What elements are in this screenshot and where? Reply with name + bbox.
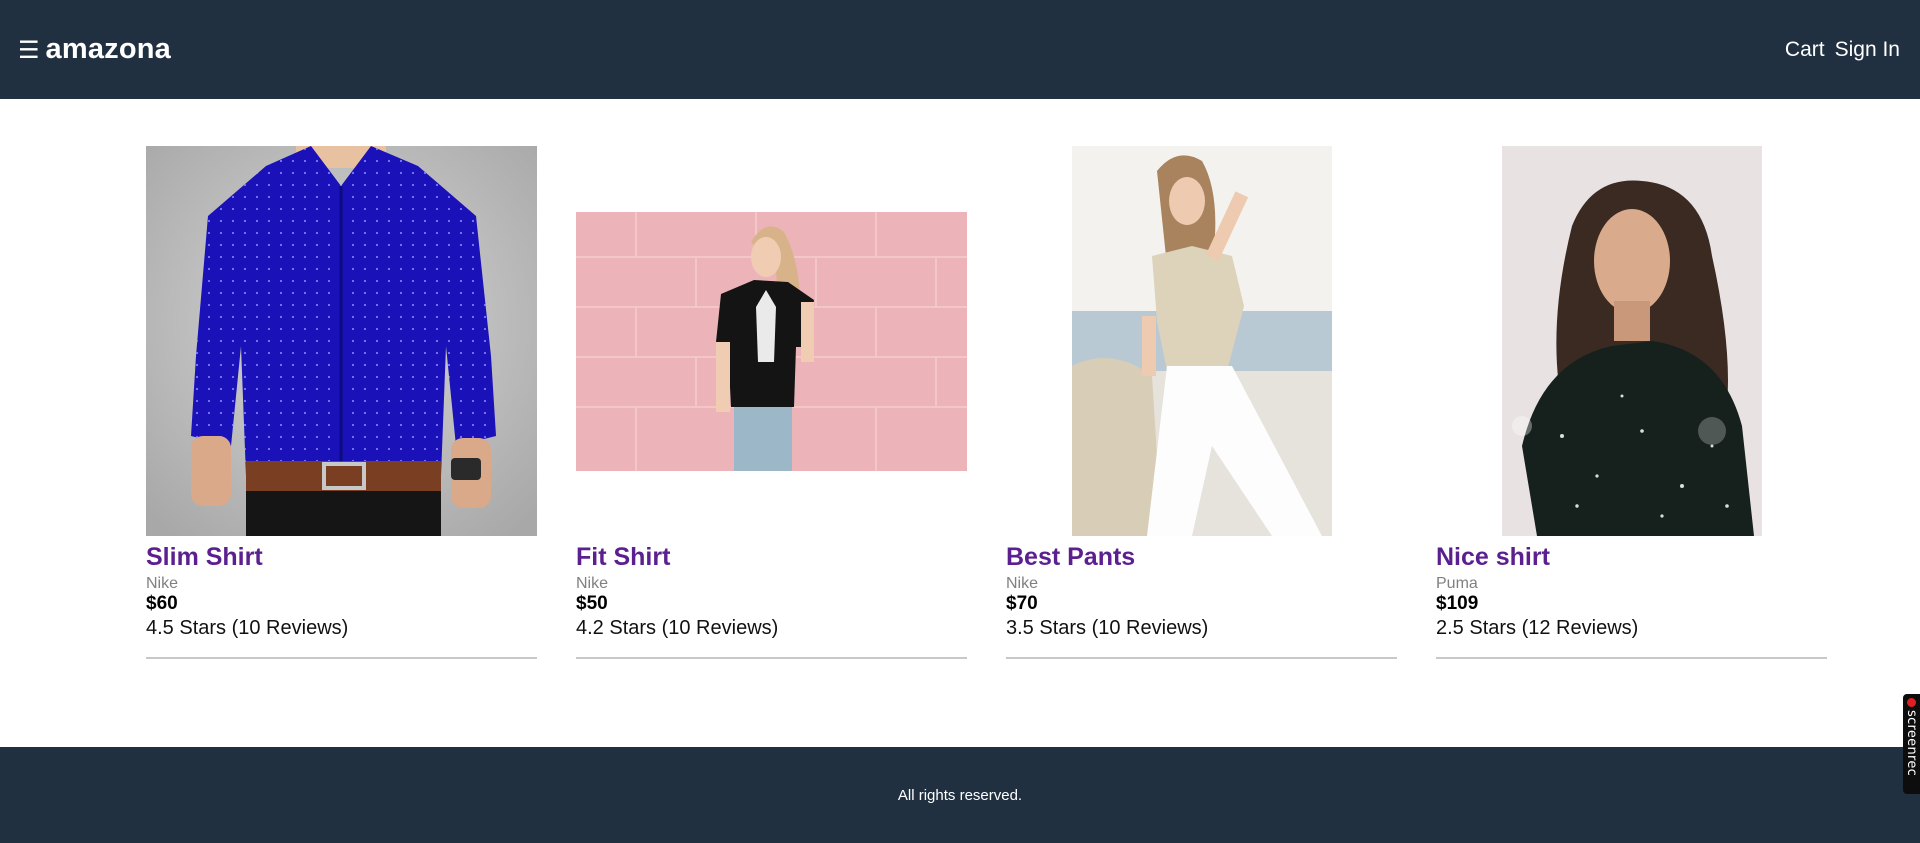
product-rating: 4.2 Stars (10 Reviews) [576, 616, 779, 639]
product-card: Nice shirt Puma $109 2.5 Stars (12 Revie… [1436, 146, 1827, 659]
product-image-link[interactable] [1436, 146, 1827, 536]
card-divider [1006, 656, 1397, 659]
product-rating: 4.5 Stars (10 Reviews) [146, 616, 349, 639]
brand: ☰ amazona [18, 33, 171, 66]
product-image-link[interactable] [576, 146, 967, 536]
site-footer: All rights reserved. [0, 747, 1920, 843]
product-brand: Puma [1436, 574, 1478, 592]
footer-text: All rights reserved. [897, 786, 1023, 804]
dark-sweater-image [1501, 146, 1762, 536]
blue-shirt-image [146, 146, 537, 536]
header-links: Cart Sign In [1785, 38, 1900, 62]
card-divider [576, 656, 967, 659]
product-price: $50 [576, 592, 608, 614]
product-price: $70 [1006, 592, 1038, 614]
product-card: Fit Shirt Nike $50 4.2 Stars (10 Reviews… [576, 146, 967, 659]
product-list: Slim Shirt Nike $60 4.5 Stars (10 Review… [0, 99, 1920, 747]
cart-link[interactable]: Cart [1785, 38, 1825, 62]
product-card: Best Pants Nike $70 3.5 Stars (10 Review… [1006, 146, 1397, 659]
card-divider [1436, 656, 1827, 659]
hamburger-menu-icon[interactable]: ☰ [18, 38, 40, 62]
screenrec-label: screenrec [1904, 710, 1919, 777]
product-brand: Nike [576, 574, 609, 592]
product-name-link[interactable]: Nice shirt [1436, 543, 1827, 572]
screenrec-badge[interactable]: screenrec [1903, 694, 1920, 794]
product-price: $109 [1436, 592, 1479, 614]
product-brand: Nike [146, 574, 179, 592]
card-divider [146, 656, 537, 659]
site-logo[interactable]: amazona [46, 33, 172, 66]
product-name-link[interactable]: Fit Shirt [576, 543, 967, 572]
product-image-link[interactable] [146, 146, 537, 536]
product-name-link[interactable]: Slim Shirt [146, 543, 537, 572]
product-card: Slim Shirt Nike $60 4.5 Stars (10 Review… [146, 146, 537, 659]
product-rating: 3.5 Stars (10 Reviews) [1006, 616, 1209, 639]
record-dot-icon [1907, 698, 1916, 707]
product-image-link[interactable] [1006, 146, 1397, 536]
site-header: ☰ amazona Cart Sign In [0, 0, 1920, 99]
white-pants-image [1071, 146, 1332, 536]
product-brand: Nike [1006, 574, 1039, 592]
product-price: $60 [146, 592, 178, 614]
product-name-link[interactable]: Best Pants [1006, 543, 1397, 572]
sign-in-link[interactable]: Sign In [1835, 38, 1900, 62]
black-tshirt-image [576, 211, 967, 471]
product-rating: 2.5 Stars (12 Reviews) [1436, 616, 1639, 639]
